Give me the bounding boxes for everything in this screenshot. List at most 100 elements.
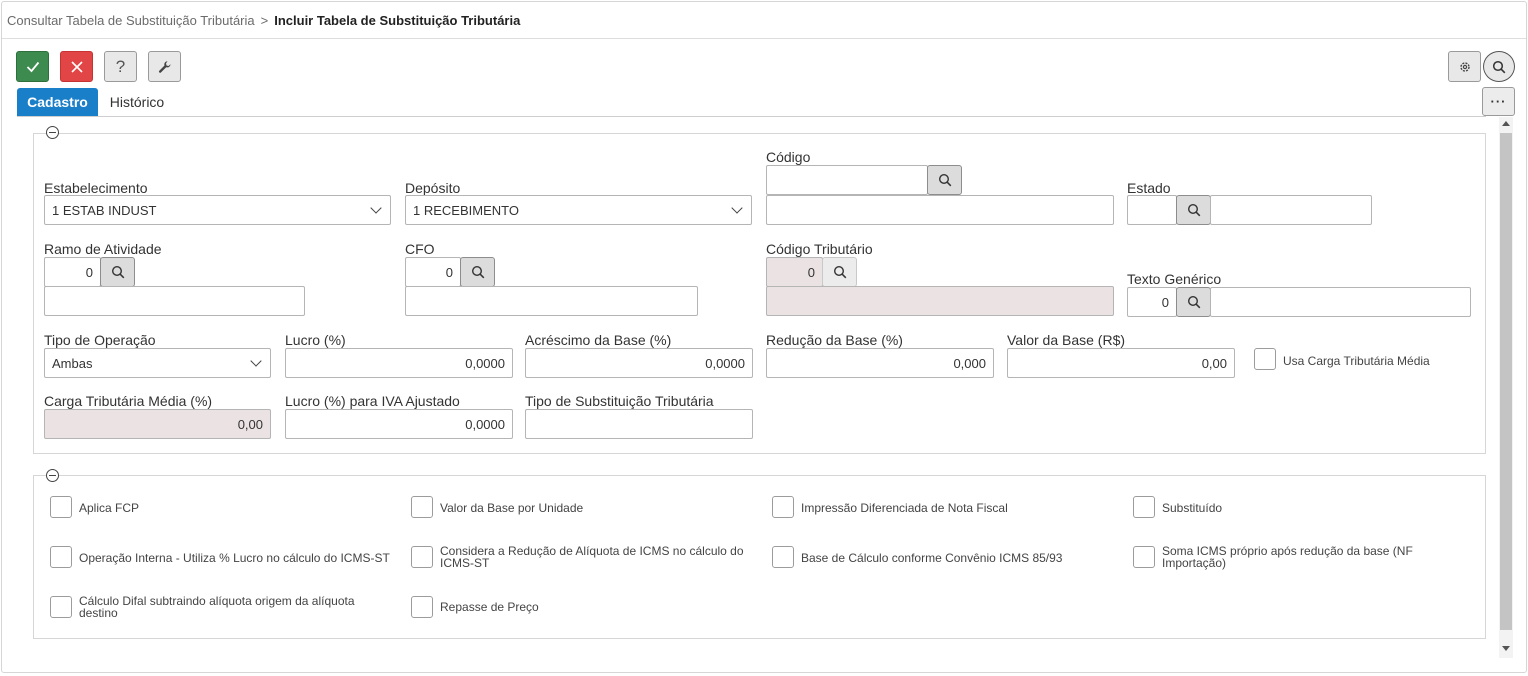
settings-button[interactable] bbox=[1448, 51, 1481, 82]
cfo-input[interactable]: 0 bbox=[405, 257, 461, 287]
gear-icon bbox=[1459, 61, 1470, 72]
soma-icms-checkbox[interactable] bbox=[1133, 546, 1155, 568]
collapse-main-panel-icon[interactable] bbox=[46, 126, 59, 139]
texto-generico-input[interactable]: 0 bbox=[1127, 287, 1177, 317]
usa-carga-label: Usa Carga Tributária Média bbox=[1283, 354, 1430, 368]
tipo-operacao-value: Ambas bbox=[52, 355, 93, 371]
confirm-button[interactable] bbox=[16, 51, 49, 82]
base-calculo-convenio-checkbox[interactable] bbox=[772, 546, 794, 568]
page-title: Incluir Tabela de Substituição Tributári… bbox=[274, 13, 521, 28]
tipo-substituicao-label: Tipo de Substituição Tributária bbox=[525, 393, 714, 409]
tab-historico[interactable]: Histórico bbox=[98, 88, 176, 116]
tipo-operacao-label: Tipo de Operação bbox=[44, 332, 156, 348]
impressao-diferenciada-label: Impressão Diferenciada de Nota Fiscal bbox=[801, 501, 1008, 515]
search-icon bbox=[1187, 295, 1200, 309]
search-icon bbox=[1187, 203, 1200, 217]
search-icon bbox=[111, 265, 124, 279]
search-icon bbox=[1492, 60, 1506, 73]
considera-reducao-label: Considera a Redução de Alíquota de ICMS … bbox=[440, 544, 744, 570]
reducao-base-label: Redução da Base (%) bbox=[766, 332, 903, 348]
lucro-iva-input[interactable]: 0,0000 bbox=[285, 409, 513, 439]
valor-base-input[interactable]: 0,00 bbox=[1007, 348, 1235, 378]
codigo-search-button[interactable] bbox=[927, 165, 962, 195]
texto-generico-search-button[interactable] bbox=[1176, 287, 1211, 317]
calculo-difal-checkbox[interactable] bbox=[50, 596, 72, 618]
tipo-operacao-select[interactable]: Ambas bbox=[44, 348, 271, 378]
codigo-tributario-input: 0 bbox=[766, 257, 823, 287]
texto-generico-description-field[interactable] bbox=[1210, 287, 1471, 317]
acrescimo-base-label: Acréscimo da Base (%) bbox=[525, 332, 672, 348]
deposito-select[interactable]: 1 RECEBIMENTO bbox=[405, 195, 752, 225]
search-icon bbox=[938, 173, 951, 187]
considera-reducao-checkbox[interactable] bbox=[411, 546, 433, 568]
close-icon bbox=[70, 60, 83, 73]
ramo-atividade-input[interactable]: 0 bbox=[44, 257, 101, 287]
deposito-value: 1 RECEBIMENTO bbox=[413, 202, 519, 218]
codigo-label: Código bbox=[766, 149, 811, 165]
aplica-fcp-label: Aplica FCP bbox=[79, 501, 140, 515]
tipo-substituicao-input[interactable] bbox=[525, 409, 753, 439]
acrescimo-base-input[interactable]: 0,0000 bbox=[525, 348, 753, 378]
soma-icms-label: Soma ICMS próprio após redução da base (… bbox=[1162, 544, 1413, 570]
lucro-label: Lucro (%) bbox=[285, 332, 346, 348]
substituido-label: Substituído bbox=[1162, 501, 1223, 515]
codigo-tributario-search-button bbox=[822, 257, 857, 287]
collapse-options-panel-icon[interactable] bbox=[46, 469, 59, 482]
header-divider bbox=[2, 38, 1526, 39]
valor-base-unidade-label: Valor da Base por Unidade bbox=[440, 501, 584, 515]
substituido-checkbox[interactable] bbox=[1133, 496, 1155, 518]
tab-cadastro[interactable]: Cadastro bbox=[17, 88, 98, 116]
ramo-atividade-search-button[interactable] bbox=[100, 257, 135, 287]
chevron-down-icon bbox=[370, 201, 382, 214]
repasse-preco-checkbox[interactable] bbox=[411, 596, 433, 618]
ramo-atividade-description-field[interactable] bbox=[44, 286, 305, 316]
valor-base-label: Valor da Base (R$) bbox=[1007, 332, 1126, 348]
chevron-down-icon bbox=[250, 354, 262, 367]
ramo-atividade-label: Ramo de Atividade bbox=[44, 241, 162, 257]
usa-carga-checkbox[interactable] bbox=[1254, 348, 1276, 370]
impressao-diferenciada-checkbox[interactable] bbox=[772, 496, 794, 518]
search-icon bbox=[471, 265, 484, 279]
tab-divider bbox=[17, 116, 1486, 117]
operacao-interna-label: Operação Interna - Utiliza % Lucro no cá… bbox=[79, 551, 390, 565]
base-calculo-convenio-label: Base de Cálculo conforme Convênio ICMS 8… bbox=[801, 551, 1063, 565]
deposito-label: Depósito bbox=[405, 180, 461, 196]
estado-input[interactable] bbox=[1127, 195, 1177, 225]
estabelecimento-value: 1 ESTAB INDUST bbox=[52, 202, 157, 218]
more-options-button[interactable]: ··· bbox=[1482, 87, 1515, 116]
tools-button[interactable] bbox=[148, 51, 181, 82]
help-icon: ? bbox=[115, 56, 126, 76]
ellipsis-icon: ··· bbox=[1490, 94, 1507, 109]
check-icon bbox=[26, 61, 39, 72]
cancel-button[interactable] bbox=[60, 51, 93, 82]
wrench-icon bbox=[158, 60, 170, 73]
codigo-input[interactable] bbox=[766, 165, 928, 195]
cfo-label: CFO bbox=[405, 241, 435, 257]
estado-search-button[interactable] bbox=[1176, 195, 1211, 225]
estabelecimento-label: Estabelecimento bbox=[44, 180, 148, 196]
codigo-description-field[interactable] bbox=[766, 195, 1114, 225]
codigo-tributario-description-field bbox=[766, 286, 1114, 316]
aplica-fcp-checkbox[interactable] bbox=[50, 496, 72, 518]
texto-generico-label: Texto Genérico bbox=[1127, 271, 1222, 287]
search-icon bbox=[833, 265, 846, 279]
valor-base-unidade-checkbox[interactable] bbox=[411, 496, 433, 518]
scroll-down-arrow[interactable] bbox=[1502, 646, 1510, 651]
global-search-button[interactable] bbox=[1483, 51, 1515, 82]
lucro-input[interactable]: 0,0000 bbox=[285, 348, 513, 378]
estabelecimento-select[interactable]: 1 ESTAB INDUST bbox=[44, 195, 391, 225]
estado-description-field[interactable] bbox=[1210, 195, 1372, 225]
carga-media-input: 0,00 bbox=[44, 409, 271, 439]
cfo-description-field[interactable] bbox=[405, 286, 698, 316]
cfo-search-button[interactable] bbox=[460, 257, 495, 287]
lucro-iva-label: Lucro (%) para IVA Ajustado bbox=[285, 393, 460, 409]
operacao-interna-checkbox[interactable] bbox=[50, 546, 72, 568]
help-button[interactable]: ? bbox=[104, 51, 137, 82]
scrollbar-thumb[interactable] bbox=[1500, 133, 1512, 630]
breadcrumb-separator: > bbox=[260, 13, 269, 28]
repasse-preco-label: Repasse de Preço bbox=[440, 600, 539, 614]
reducao-base-input[interactable]: 0,000 bbox=[766, 348, 994, 378]
scroll-up-arrow[interactable] bbox=[1502, 121, 1510, 126]
breadcrumb-parent-link[interactable]: Consultar Tabela de Substituição Tributá… bbox=[7, 13, 255, 28]
calculo-difal-label: Cálculo Difal subtraindo alíquota origem… bbox=[79, 594, 355, 620]
